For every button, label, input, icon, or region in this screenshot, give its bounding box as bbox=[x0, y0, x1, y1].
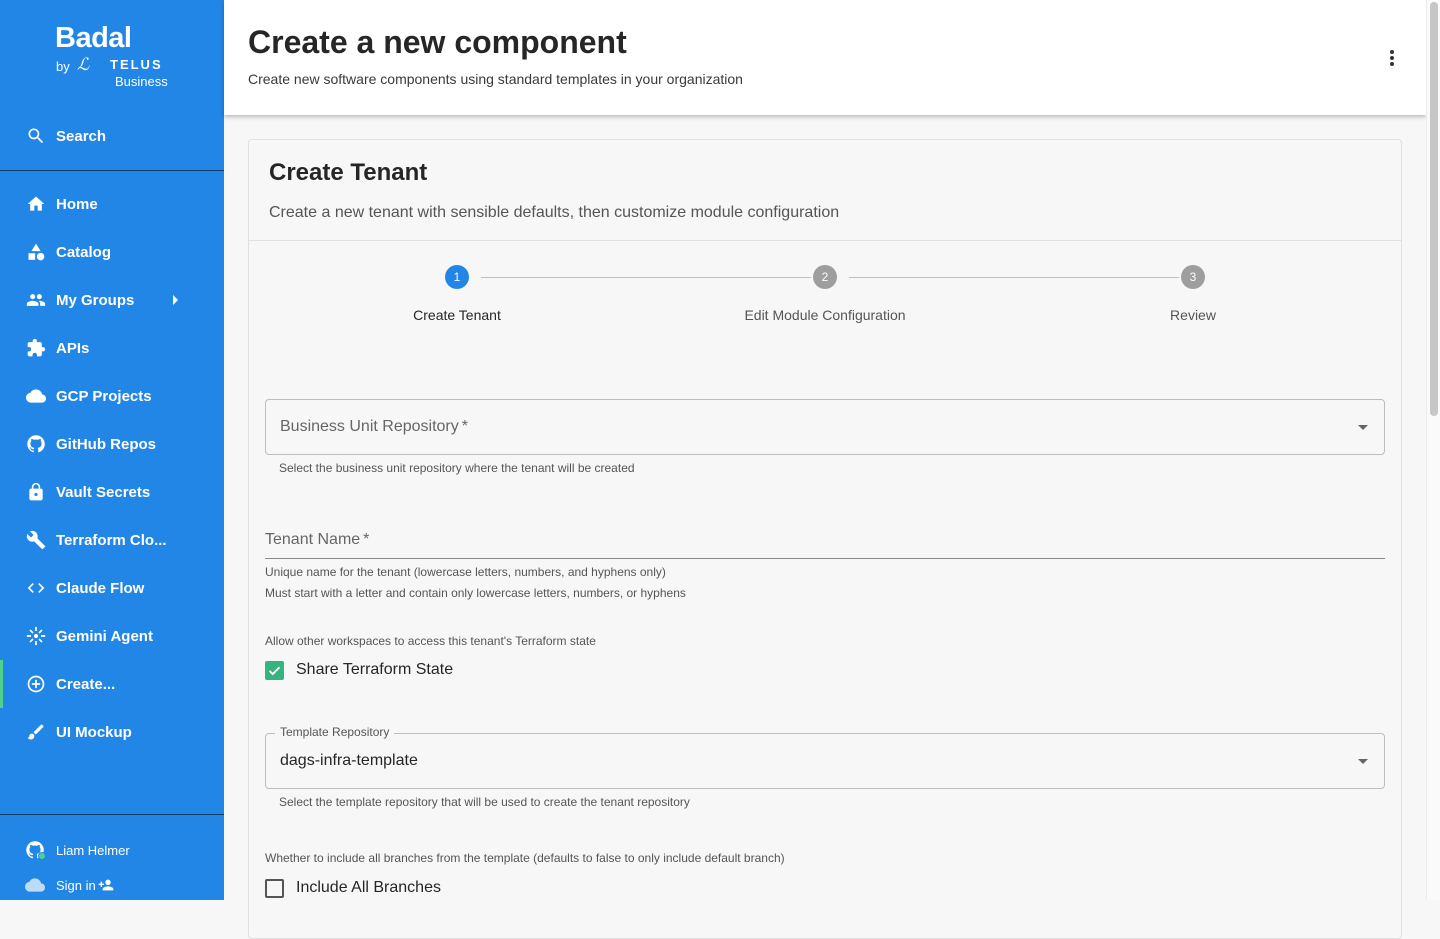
card-title: Create Tenant bbox=[269, 159, 428, 186]
more-options-icon[interactable] bbox=[1382, 48, 1402, 68]
dropdown-arrow-icon bbox=[1358, 759, 1368, 764]
sidebar-item-label: Gemini Agent bbox=[56, 627, 153, 645]
sidebar-search[interactable]: Search bbox=[0, 112, 224, 160]
sign-in-label: Sign in bbox=[56, 877, 96, 893]
groups-icon bbox=[25, 289, 47, 311]
chevron-right-icon[interactable] bbox=[173, 295, 178, 305]
code-icon bbox=[25, 577, 47, 599]
catalog-icon bbox=[25, 241, 47, 263]
puzzle-icon bbox=[25, 337, 47, 359]
brand-by: by bbox=[56, 59, 70, 74]
tenant-name-rule: Must start with a letter and contain onl… bbox=[265, 586, 686, 600]
template-repo-select[interactable]: Template Repository dags-infra-template bbox=[265, 725, 1385, 789]
sidebar-item-label: APIs bbox=[56, 339, 90, 357]
sidebar-item-label: Vault Secrets bbox=[56, 483, 151, 501]
share-state-description: Allow other workspaces to access this te… bbox=[265, 634, 596, 648]
page-subtitle: Create new software components using sta… bbox=[248, 71, 743, 87]
person-add-icon[interactable] bbox=[98, 877, 114, 893]
sidebar-item-label: Claude Flow bbox=[56, 579, 145, 597]
card-description: Create a new tenant with sensible defaul… bbox=[269, 204, 840, 221]
step-2-icon: 2 bbox=[813, 265, 837, 289]
step-1-icon: 1 bbox=[445, 265, 469, 289]
sidebar-divider bbox=[0, 170, 224, 171]
sidebar-item-ui-mockup[interactable]: UI Mockup bbox=[0, 708, 224, 756]
sparkle-icon bbox=[25, 625, 47, 647]
add-circle-icon bbox=[25, 673, 47, 695]
sidebar-item-terraform-cloud[interactable]: Terraform Clo... bbox=[0, 516, 224, 564]
sidebar-item-label: Home bbox=[56, 195, 98, 213]
include-branches-description: Whether to include all branches from the… bbox=[265, 851, 785, 865]
step-2-label: Edit Module Configuration bbox=[744, 307, 906, 323]
sidebar-item-create[interactable]: Create... bbox=[0, 660, 224, 708]
sidebar-user[interactable]: Liam Helmer bbox=[0, 836, 224, 864]
sidebar-item-label: GCP Projects bbox=[56, 387, 152, 405]
page-scrollbar[interactable] bbox=[1426, 0, 1440, 900]
card-divider bbox=[249, 240, 1401, 241]
sidebar-item-gcp-projects[interactable]: GCP Projects bbox=[0, 372, 224, 420]
page-title: Create a new component bbox=[248, 24, 627, 60]
brand-partner: TELUS bbox=[110, 57, 163, 72]
dropdown-arrow-icon bbox=[1358, 425, 1368, 430]
step-3-label: Review bbox=[1170, 307, 1216, 323]
user-name: Liam Helmer bbox=[56, 842, 130, 858]
step-3-icon: 3 bbox=[1181, 265, 1205, 289]
stepper-connector bbox=[481, 277, 811, 278]
template-repo-helper: Select the template repository that will… bbox=[279, 795, 690, 809]
telus-mark-icon: ℒ bbox=[77, 55, 90, 75]
sidebar-item-claude-flow[interactable]: Claude Flow bbox=[0, 564, 224, 612]
sidebar-item-label: Terraform Clo... bbox=[56, 531, 167, 549]
sidebar-item-vault-secrets[interactable]: Vault Secrets bbox=[0, 468, 224, 516]
brand-name: Badal bbox=[55, 22, 132, 54]
sidebar-item-gemini-agent[interactable]: Gemini Agent bbox=[0, 612, 224, 660]
sidebar-sign-in[interactable]: Sign in bbox=[0, 871, 224, 899]
business-unit-select[interactable]: Business Unit Repository * bbox=[265, 399, 1385, 455]
create-tenant-card: Create Tenant Create a new tenant with s… bbox=[248, 139, 1402, 939]
sidebar-item-catalog[interactable]: Catalog bbox=[0, 228, 224, 276]
include-branches-checkbox[interactable] bbox=[265, 879, 284, 898]
step-1-label: Create Tenant bbox=[413, 307, 501, 323]
brush-icon bbox=[25, 721, 47, 743]
sidebar-item-label: UI Mockup bbox=[56, 723, 132, 741]
home-icon bbox=[25, 193, 47, 215]
check-icon bbox=[268, 666, 281, 676]
share-state-checkbox[interactable] bbox=[265, 661, 284, 680]
sidebar-item-my-groups[interactable]: My Groups bbox=[0, 276, 224, 324]
template-repo-value: dags-infra-template bbox=[280, 752, 418, 769]
sidebar-item-apis[interactable]: APIs bbox=[0, 324, 224, 372]
cloud-icon bbox=[25, 385, 47, 407]
sidebar-item-github-repos[interactable]: GitHub Repos bbox=[0, 420, 224, 468]
wrench-icon bbox=[25, 529, 47, 551]
sidebar-item-label: My Groups bbox=[56, 291, 135, 309]
sidebar-search-label: Search bbox=[56, 127, 107, 145]
sidebar-item-home[interactable]: Home bbox=[0, 180, 224, 228]
include-branches-label[interactable]: Include All Branches bbox=[296, 879, 441, 897]
badal-logo[interactable]: Badal by ℒ TELUS Business bbox=[55, 22, 185, 92]
sidebar-divider bbox=[0, 814, 224, 815]
page-header: Create a new component Create new softwa… bbox=[224, 0, 1426, 115]
tenant-name-helper: Unique name for the tenant (lowercase le… bbox=[265, 565, 666, 579]
business-unit-helper: Select the business unit repository wher… bbox=[279, 461, 635, 475]
tenant-name-label: Tenant Name * bbox=[265, 531, 370, 548]
sidebar: Badal by ℒ TELUS Business Search Home Ca… bbox=[0, 0, 224, 900]
sidebar-item-label: Create... bbox=[56, 675, 116, 693]
stepper-connector bbox=[849, 277, 1179, 278]
tenant-name-field[interactable]: Tenant Name * bbox=[265, 519, 1385, 559]
search-icon bbox=[25, 125, 47, 147]
lock-icon bbox=[25, 481, 47, 503]
business-unit-label: Business Unit Repository * bbox=[280, 418, 468, 435]
online-status-dot bbox=[38, 852, 46, 860]
scrollbar-thumb[interactable] bbox=[1430, 2, 1438, 416]
template-repo-legend: Template Repository bbox=[275, 725, 395, 739]
brand-division: Business bbox=[115, 74, 168, 89]
cloud-icon bbox=[24, 874, 46, 896]
github-icon bbox=[25, 433, 47, 455]
share-state-label[interactable]: Share Terraform State bbox=[296, 661, 453, 679]
sidebar-item-label: Catalog bbox=[56, 243, 112, 261]
sidebar-item-label: GitHub Repos bbox=[56, 435, 156, 453]
